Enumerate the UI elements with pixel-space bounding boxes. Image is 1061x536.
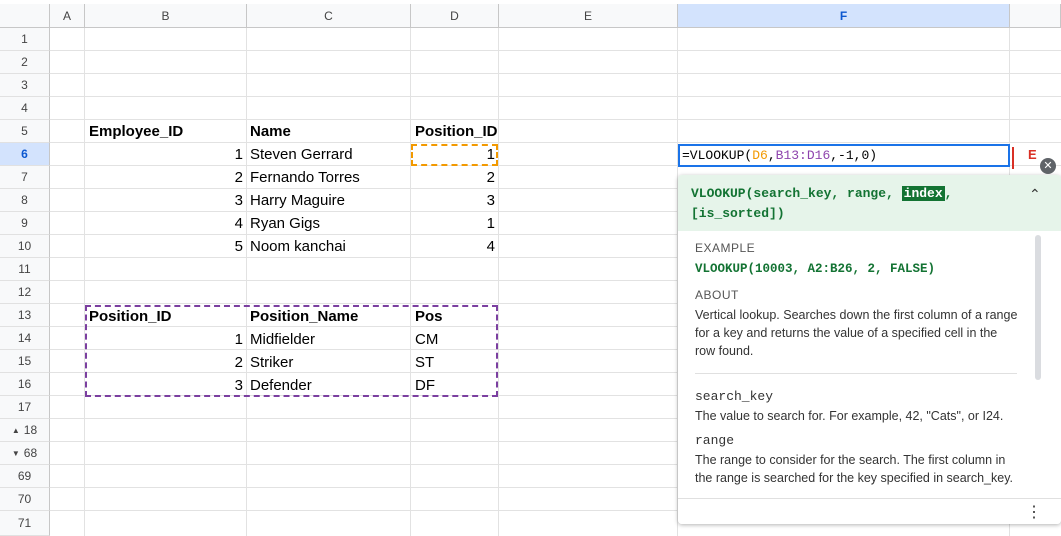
row-header-17[interactable]: 17 <box>0 396 50 419</box>
spreadsheet-grid[interactable]: A B C D E F 1 2 3 4 5 6 7 8 9 10 11 12 1… <box>0 0 1061 536</box>
cell-d9[interactable]: 1 <box>411 213 495 235</box>
example-label: EXAMPLE <box>695 241 756 255</box>
arg-search-key-name: search_key <box>695 389 774 404</box>
about-label: ABOUT <box>695 288 739 302</box>
close-icon[interactable]: ✕ <box>1040 158 1056 174</box>
formula-help-body: EXAMPLE VLOOKUP(10003, A2:B26, 2, FALSE)… <box>683 233 1046 495</box>
formula-help-panel: VLOOKUP(search_key, range, index, [is_sor… <box>678 175 1061 524</box>
about-text: Vertical lookup. Searches down the first… <box>695 308 1018 358</box>
help-divider <box>695 373 1017 374</box>
row-header-13[interactable]: 13 <box>0 304 50 327</box>
function-signature: VLOOKUP(search_key, range, index, [is_sor… <box>691 184 991 224</box>
row-header-68[interactable]: ▼ 68 <box>0 442 50 465</box>
row-header-71[interactable]: 71 <box>0 511 50 536</box>
row-header-16[interactable]: 16 <box>0 373 50 396</box>
expand-up-icon[interactable]: ▲ <box>12 426 20 435</box>
column-header-f[interactable]: F <box>678 4 1010 28</box>
row-header-2[interactable]: 2 <box>0 51 50 74</box>
row-header-9[interactable]: 9 <box>0 212 50 235</box>
reference-highlight-d6 <box>411 144 498 166</box>
row-header-69[interactable]: 69 <box>0 465 50 488</box>
row-header-8[interactable]: 8 <box>0 189 50 212</box>
row-header-1[interactable]: 1 <box>0 28 50 51</box>
formula-ref-d6: D6 <box>752 148 768 163</box>
reference-highlight-b13-d16 <box>85 305 498 397</box>
more-options-icon[interactable]: ⋮ <box>1026 502 1042 522</box>
cell-b9[interactable]: 4 <box>85 213 243 235</box>
formula-prefix: =VLOOKUP( <box>682 148 753 163</box>
column-header-e[interactable]: E <box>499 4 678 28</box>
cell-c7[interactable]: Fernando Torres <box>250 167 360 189</box>
row-header-5[interactable]: 5 <box>0 120 50 143</box>
row-header-18[interactable]: ▲ 18 <box>0 419 50 442</box>
formula-help-header[interactable]: VLOOKUP(search_key, range, index, [is_sor… <box>678 175 1061 231</box>
column-header-b[interactable]: B <box>85 4 247 28</box>
column-header-d[interactable]: D <box>411 4 499 28</box>
cell-b8[interactable]: 3 <box>85 190 243 212</box>
row-header-3[interactable]: 3 <box>0 74 50 97</box>
cell-b10[interactable]: 5 <box>85 236 243 258</box>
cell-c10[interactable]: Noom kanchai <box>250 236 346 258</box>
select-all-corner[interactable] <box>0 4 50 28</box>
column-header-g[interactable] <box>1010 4 1061 28</box>
arg-range-name: range <box>695 433 735 448</box>
row-header-14[interactable]: 14 <box>0 327 50 350</box>
signature-end: [is_sorted]) <box>691 206 785 221</box>
example-formula: VLOOKUP(10003, A2:B26, 2, FALSE) <box>695 262 936 276</box>
formula-separator: , <box>767 148 776 163</box>
row-header-10[interactable]: 10 <box>0 235 50 258</box>
signature-comma: , <box>944 186 953 201</box>
row-header-4[interactable]: 4 <box>0 97 50 120</box>
signature-active-arg: index <box>901 186 945 201</box>
cell-d5[interactable]: Position_ID <box>415 121 498 143</box>
formula-help-footer: ⋮ <box>678 498 1061 524</box>
signature-start: VLOOKUP(search_key, range, <box>691 186 902 201</box>
cell-c9[interactable]: Ryan Gigs <box>250 213 320 235</box>
row-header-15[interactable]: 15 <box>0 350 50 373</box>
cell-c5[interactable]: Name <box>250 121 291 143</box>
column-header-a[interactable]: A <box>50 4 85 28</box>
row-header-12[interactable]: 12 <box>0 281 50 304</box>
expand-down-icon[interactable]: ▼ <box>12 449 20 458</box>
cell-b5[interactable]: Employee_ID <box>89 121 183 143</box>
column-header-c[interactable]: C <box>247 4 411 28</box>
row-header-6[interactable]: 6 <box>0 143 50 166</box>
cell-c8[interactable]: Harry Maguire <box>250 190 345 212</box>
arg-search-key-desc: The value to search for. For example, 42… <box>695 409 1004 423</box>
cell-d10[interactable]: 4 <box>411 236 495 258</box>
collapse-chevron-icon[interactable]: ⌃ <box>1029 186 1041 203</box>
cell-b6[interactable]: 1 <box>85 144 243 166</box>
formula-suffix: ,-1,0) <box>830 148 878 163</box>
cell-d7[interactable]: 2 <box>411 167 495 189</box>
formula-cell-editor[interactable]: =VLOOKUP(D6,B13:D16,-1,0) <box>678 144 1010 167</box>
help-scrollbar[interactable] <box>1035 235 1041 380</box>
cell-b7[interactable]: 2 <box>85 167 243 189</box>
row-header-70[interactable]: 70 <box>0 488 50 511</box>
error-text: E <box>1028 147 1037 162</box>
cell-d8[interactable]: 3 <box>411 190 495 212</box>
row-header-7[interactable]: 7 <box>0 166 50 189</box>
row-header-18-label: 18 <box>23 423 38 437</box>
arg-range-desc: The range to consider for the search. Th… <box>695 453 1013 485</box>
row-header-68-label: 68 <box>23 446 38 460</box>
row-header-11[interactable]: 11 <box>0 258 50 281</box>
cell-c6[interactable]: Steven Gerrard <box>250 144 353 166</box>
formula-ref-range: B13:D16 <box>775 148 831 163</box>
